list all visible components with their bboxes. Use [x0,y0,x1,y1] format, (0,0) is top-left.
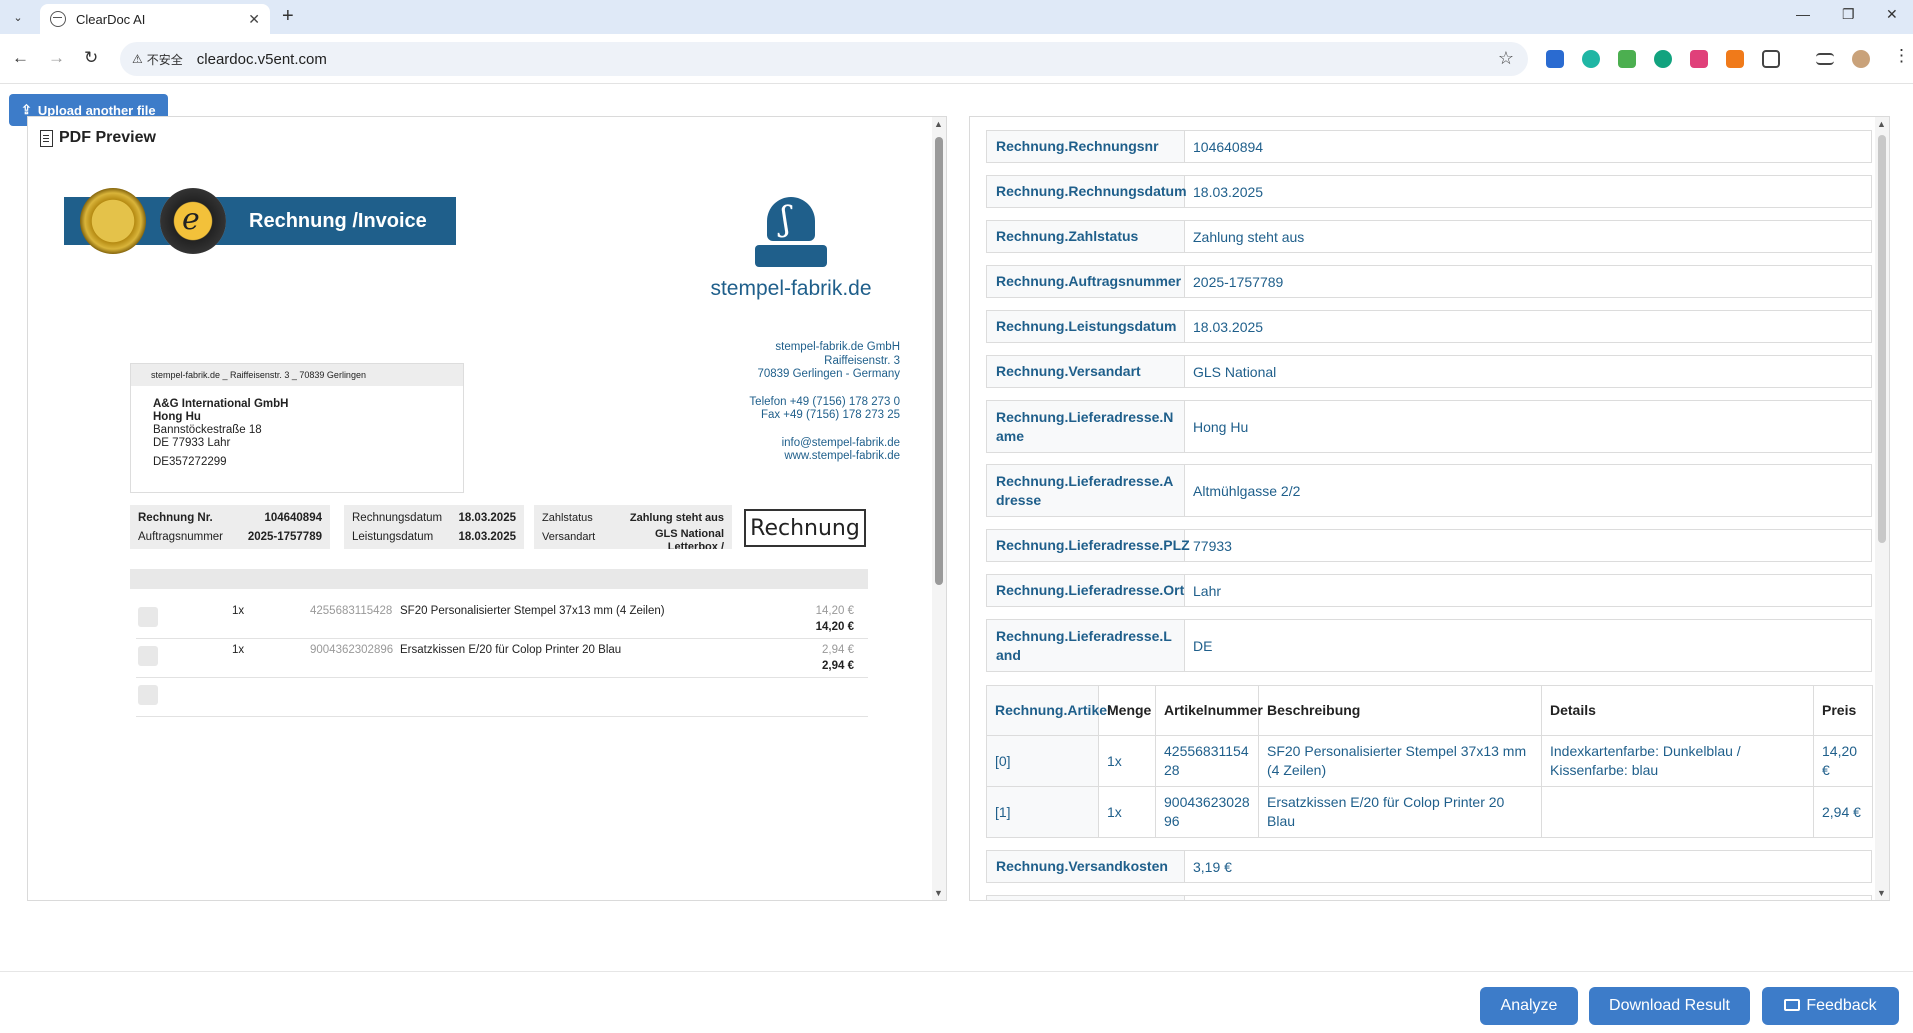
extension-fox-icon[interactable] [1726,50,1744,68]
reload-icon[interactable]: ↻ [84,48,98,68]
pdf-scrollbar[interactable]: ▲ ▼ [932,117,946,900]
browser-toolbar: ← → ↻ ⚠ 不安全 cleardoc.v5ent.com ☆ ⋮ [0,34,1913,84]
result-field-row: Rechnung.Lieferadresse.Land DE [986,619,1872,672]
scroll-down-icon[interactable]: ▼ [934,888,943,898]
line-items-table: Rechnung.Artikel Menge Artikelnummer Bes… [986,685,1873,838]
pdf-line-item: 1x 4255683115428 SF20 Personalisierter S… [136,601,868,639]
result-field-row: Rechnung.Auftragsnummer 2025-1757789 [986,265,1872,298]
recipient-address-box: stempel-fabrik.de _ Raiffeisenstr. 3 _ 7… [130,363,464,493]
restore-icon[interactable]: ❐ [1842,6,1855,23]
forward-arrow-icon[interactable]: → [48,48,65,68]
recipient-name: Hong Hu [153,411,201,423]
browser-tab-bar: ⌄ ClearDoc AI ✕ + — ❐ ✕ [0,0,1913,34]
result-field-row: Rechnung.Lieferadresse.Ort Lahr [986,574,1872,607]
invoice-meta-3: Zahlstatus Zahlung steht aus Versandart GL… [534,505,732,549]
scroll-up-icon[interactable]: ▲ [934,119,943,129]
rechnung-stamp: Rechnung [744,509,866,547]
stamp-logo-icon: ʃ [751,197,831,269]
result-panel[interactable]: Rechnung.Rechnungsnr 104640894 Rechnung.R… [969,116,1890,901]
invoice-banner: e Rechnung /Invoice [64,188,456,254]
banner-title: Rechnung /Invoice [249,210,427,232]
new-tab-button[interactable]: + [282,6,294,26]
scroll-down-icon[interactable]: ▼ [1877,888,1886,898]
scroll-up-icon[interactable]: ▲ [1877,119,1886,129]
insecure-label[interactable]: 不安全 [147,51,183,68]
media-control-icon[interactable] [1816,53,1834,65]
result-scrollbar[interactable]: ▲ ▼ [1875,117,1889,900]
extensions-puzzle-icon[interactable] [1762,50,1780,68]
globe-icon [50,11,66,27]
positions-header [130,569,868,589]
feedback-button[interactable]: Feedback [1762,987,1899,1025]
pdf-page: PDF Preview e Rechnung /Invoice ʃ stempe… [28,117,933,900]
analyze-button[interactable]: Analyze [1480,987,1578,1025]
extension-translate-icon[interactable] [1690,50,1708,68]
extension-grid-icon[interactable] [1618,50,1636,68]
result-scrollbar-thumb[interactable] [1878,135,1886,543]
browser-tab[interactable]: ClearDoc AI ✕ [40,4,270,34]
recipient-company: A&G International GmbH [153,398,289,410]
result-field-row: Rechnung.Zahlstatus Zahlung steht aus [986,220,1872,253]
pdf-line-item: 1x 9004362302896 Ersatzkissen E/20 für C… [136,640,868,678]
line-checkbox [138,685,158,705]
browser-menu-icon[interactable]: ⋮ [1893,46,1910,66]
address-bar[interactable]: ⚠ 不安全 cleardoc.v5ent.com ☆ [120,42,1528,76]
close-window-icon[interactable]: ✕ [1886,6,1898,23]
table-row: [1] 1x 9004362302896 Ersatzkissen E/20 f… [986,786,1873,838]
back-arrow-icon[interactable]: ← [12,48,29,68]
table-header-row: Rechnung.Artikel Menge Artikelnummer Bes… [986,685,1873,736]
url-text[interactable]: cleardoc.v5ent.com [197,51,327,68]
comment-icon [1784,999,1801,1011]
pdf-preview-heading: PDF Preview [40,129,156,147]
tab-search-chevron-icon[interactable]: ⌄ [6,6,30,28]
bookmark-star-icon[interactable]: ☆ [1498,48,1514,69]
pdf-preview-title: PDF Preview [59,129,156,146]
extension-chat-icon[interactable] [1654,50,1672,68]
extension-v-icon[interactable] [1546,50,1564,68]
result-field-row: Rechnung.Versandkosten 3,19 € [986,850,1872,883]
download-result-button[interactable]: Download Result [1589,987,1750,1025]
extension-m-icon[interactable] [1582,50,1600,68]
tab-close-icon[interactable]: ✕ [248,11,260,28]
sender-address: stempel-fabrik.de GmbH Raiffeisenstr. 3 … [749,341,900,462]
invoice-meta-2: Rechnungsdatum 18.03.2025 Leistungsdatum 1… [344,505,524,549]
pdf-line-item [136,679,868,717]
result-field-row: Rechnung.Versandart GLS National [986,355,1872,388]
result-field-row: Rechnung.Lieferadresse.Adresse Altmühlgas… [986,464,1872,517]
table-row: [0] 1x 4255683115428 SF20 Personalisiert… [986,735,1873,787]
minimize-icon[interactable]: — [1796,6,1810,22]
logo-text: stempel-fabrik.de [710,277,872,300]
result-field-row: Rechnung.Lieferadresse.PLZ 77933 [986,529,1872,562]
company-logo: ʃ stempel-fabrik.de [706,197,876,301]
tab-title: ClearDoc AI [76,11,146,27]
ekomi-seal-icon [80,188,146,254]
pdf-preview-panel[interactable]: PDF Preview e Rechnung /Invoice ʃ stempe… [27,116,947,901]
recipient-city: DE 77933 Lahr [153,437,231,449]
result-field-row: Rechnung.Leistungsdatum 18.03.2025 [986,310,1872,343]
result-field-row: Rechnung.Rechnungsnr 104640894 [986,130,1872,163]
warning-icon[interactable]: ⚠ [132,52,143,66]
feedback-label: Feedback [1806,997,1877,1014]
document-icon [40,129,53,147]
line-checkbox [138,607,158,627]
invoice-meta-1: Rechnung Nr. 104640894 Auftragsnummer 2025… [130,505,330,549]
recipient-vat: DE357272299 [153,456,227,468]
recipient-street: Bannstöckestraße 18 [153,424,262,436]
action-footer: Analyze Download Result Feedback [0,971,1913,1033]
profile-avatar[interactable] [1852,50,1870,68]
trusted-shops-seal-icon: e [160,188,226,254]
result-field-row: Rechnung.Rechnungsdatum 18.03.2025 [986,175,1872,208]
result-field-row [986,895,1872,900]
result-field-row: Rechnung.Lieferadresse.Name Hong Hu [986,400,1872,453]
pdf-scrollbar-thumb[interactable] [935,137,943,585]
line-checkbox [138,646,158,666]
return-address: stempel-fabrik.de _ Raiffeisenstr. 3 _ 7… [131,364,463,386]
